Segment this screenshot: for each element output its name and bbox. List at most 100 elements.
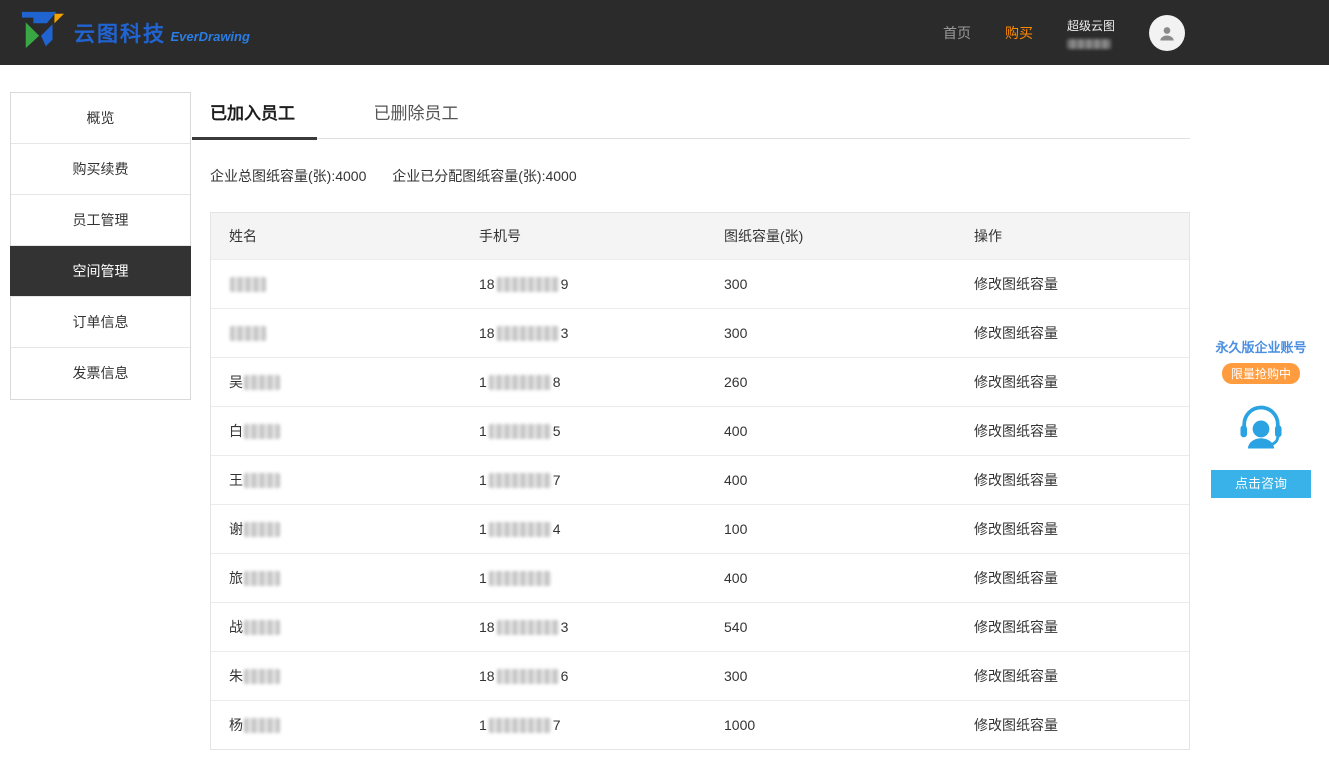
capacity-stat: 企业总图纸容量(张):4000 <box>210 168 366 184</box>
phone-visible-prefix: 1 <box>479 423 487 439</box>
employee-tab[interactable]: 已删除员工 <box>353 95 480 137</box>
employee-phone-cell: 18 3 <box>461 325 706 341</box>
user-avatar[interactable] <box>1149 14 1185 51</box>
phone-visible-prefix: 18 <box>479 668 495 684</box>
employee-name-cell: 王 <box>211 470 461 490</box>
promo-consult-button[interactable]: 点击咨询 <box>1211 470 1311 498</box>
censored-phone <box>488 571 551 586</box>
phone-visible-prefix: 1 <box>479 570 487 586</box>
sidebar: 概览 购买续费 员工管理 空间管理 订单信息 发票信息 <box>10 92 191 400</box>
column-header-capacity: 图纸容量(张) <box>724 228 804 244</box>
censored-phone <box>496 669 559 684</box>
phone-visible-prefix: 18 <box>479 619 495 635</box>
main-content: 已加入员工 已删除员工 企业总图纸容量(张):4000 企业已分配图纸容量(张)… <box>192 95 1190 750</box>
sidebar-item[interactable]: 订单信息 <box>11 297 190 348</box>
drawing-capacity-cell: 300 <box>724 325 748 341</box>
modify-capacity-link[interactable]: 修改图纸容量 <box>974 570 1058 586</box>
phone-visible-suffix: 5 <box>552 423 561 439</box>
brand-name-cn: 云图科技 <box>74 22 166 46</box>
censored-name <box>244 571 280 586</box>
action-cell: 修改图纸容量 <box>956 519 1189 539</box>
sidebar-item-label: 概览 <box>86 110 115 126</box>
modify-capacity-link[interactable]: 修改图纸容量 <box>974 668 1058 684</box>
name-visible-prefix: 王 <box>229 472 243 488</box>
table-row: 18 9 300 修改图纸容量 <box>211 259 1189 308</box>
brand-logo[interactable]: 云图科技 EverDrawing <box>18 8 250 57</box>
phone-visible-prefix: 1 <box>479 717 487 733</box>
employee-name-cell <box>211 276 461 292</box>
censored-phone <box>496 277 559 292</box>
sidebar-item[interactable]: 员工管理 <box>11 195 190 246</box>
modify-capacity-link[interactable]: 修改图纸容量 <box>974 374 1058 390</box>
censored-name <box>244 620 280 635</box>
table-row: 谢 14 100 修改图纸容量 <box>211 504 1189 553</box>
name-visible-prefix: 战 <box>229 619 243 635</box>
modify-capacity-link[interactable]: 修改图纸容量 <box>974 521 1058 537</box>
employee-name-cell: 杨 <box>211 715 461 735</box>
phone-visible-suffix: 7 <box>552 717 561 733</box>
sidebar-item-label: 空间管理 <box>72 263 129 279</box>
drawing-capacity-cell: 400 <box>724 423 748 439</box>
nav-buy-link[interactable]: 购买 <box>1005 23 1033 43</box>
table-row: 战 18 3 540 修改图纸容量 <box>211 602 1189 651</box>
modify-capacity-link[interactable]: 修改图纸容量 <box>974 472 1058 488</box>
account-info[interactable]: 超级云图 <box>1066 17 1115 49</box>
capacity-stat-value: 4000 <box>335 168 367 184</box>
action-cell: 修改图纸容量 <box>956 323 1189 343</box>
employee-name-cell: 战 <box>211 617 461 637</box>
column-header-name: 姓名 <box>229 228 257 244</box>
drawing-capacity-cell: 300 <box>724 668 748 684</box>
action-cell: 修改图纸容量 <box>956 470 1189 490</box>
table-header-row: 姓名 手机号 图纸容量(张) 操作 <box>211 213 1189 259</box>
employee-name-cell: 吴 <box>211 372 461 392</box>
modify-capacity-link[interactable]: 修改图纸容量 <box>974 423 1058 439</box>
action-cell: 修改图纸容量 <box>956 274 1189 294</box>
customer-service-headset-icon <box>1233 400 1289 456</box>
phone-visible-prefix: 1 <box>479 521 487 537</box>
sidebar-item-label: 订单信息 <box>72 314 129 330</box>
censored-name <box>244 473 280 488</box>
modify-capacity-link[interactable]: 修改图纸容量 <box>974 325 1058 341</box>
employee-tab[interactable]: 已加入员工 <box>192 95 317 140</box>
name-visible-prefix: 吴 <box>229 374 243 390</box>
censored-name <box>244 669 280 684</box>
employee-tabs: 已加入员工 已删除员工 <box>192 95 1190 140</box>
modify-capacity-link[interactable]: 修改图纸容量 <box>974 619 1058 635</box>
phone-visible-suffix: 9 <box>560 276 569 292</box>
person-icon <box>1160 26 1174 40</box>
employee-name-cell: 谢 <box>211 519 461 539</box>
sidebar-item[interactable]: 空间管理 <box>10 246 191 297</box>
sidebar-item[interactable]: 概览 <box>11 93 190 144</box>
employee-name-cell <box>211 325 461 341</box>
modify-capacity-link[interactable]: 修改图纸容量 <box>974 717 1058 733</box>
nav-home-link[interactable]: 首页 <box>943 23 971 43</box>
censored-name <box>230 277 266 292</box>
brand-name-en: EverDrawing <box>170 28 250 44</box>
capacity-stat-label: 企业总图纸容量(张): <box>210 168 336 184</box>
capacity-stat: 企业已分配图纸容量(张):4000 <box>392 168 576 184</box>
phone-visible-prefix: 1 <box>479 472 487 488</box>
censored-phone <box>496 326 559 341</box>
action-cell: 修改图纸容量 <box>956 421 1189 441</box>
employee-phone-cell: 18 9 <box>461 276 706 292</box>
action-cell: 修改图纸容量 <box>956 568 1189 588</box>
censored-phone <box>488 424 551 439</box>
tab-label: 已删除员工 <box>373 104 459 123</box>
sidebar-item[interactable]: 发票信息 <box>11 348 190 399</box>
name-visible-prefix: 白 <box>229 423 243 439</box>
employee-phone-cell: 17 <box>461 472 706 488</box>
tab-label: 已加入员工 <box>210 104 295 123</box>
capacity-stat-label: 企业已分配图纸容量(张): <box>392 168 546 184</box>
drawing-capacity-cell: 540 <box>724 619 748 635</box>
column-header-action: 操作 <box>974 228 1002 244</box>
phone-visible-suffix: 7 <box>552 472 561 488</box>
employee-phone-cell: 18 <box>461 374 706 390</box>
phone-visible-prefix: 1 <box>479 374 487 390</box>
promo-limited-badge: 限量抢购中 <box>1221 363 1300 384</box>
modify-capacity-link[interactable]: 修改图纸容量 <box>974 276 1058 292</box>
sidebar-item[interactable]: 购买续费 <box>11 144 190 195</box>
name-visible-prefix: 谢 <box>229 521 243 537</box>
censored-name <box>244 375 280 390</box>
censored-account-name <box>1066 38 1111 49</box>
drawing-capacity-cell: 300 <box>724 276 748 292</box>
